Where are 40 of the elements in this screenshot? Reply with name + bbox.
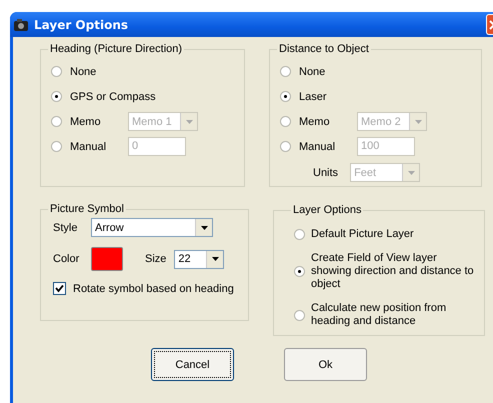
color-swatch[interactable] [91, 247, 123, 271]
caret-icon [402, 164, 420, 181]
radio-label: GPS or Compass [70, 90, 156, 102]
color-label: Color [52, 253, 80, 265]
dialog-button[interactable]: Cancel [151, 348, 234, 381]
radio-label: Default Picture Layer [311, 228, 415, 241]
caret-icon [206, 250, 224, 268]
units-label: Units [313, 166, 338, 178]
radio-button[interactable] [280, 66, 291, 77]
window-title: Layer Options [34, 18, 128, 32]
radio-button[interactable] [294, 266, 305, 277]
caret-icon [409, 113, 426, 130]
radio-label: Calculate new position from heading and distance [311, 302, 448, 328]
group-title: Layer Options [292, 204, 362, 216]
dropdown[interactable]: Arrow [91, 218, 213, 237]
radio-label: Create Field of View layer showing direction and distance to object [311, 252, 475, 291]
style-label: Style [52, 222, 78, 234]
checkbox[interactable] [53, 282, 66, 295]
dropdown[interactable]: 22 [174, 250, 224, 268]
radio-button[interactable] [294, 310, 305, 320]
radio-button[interactable] [51, 91, 62, 102]
dialog-button[interactable]: Ok [284, 348, 367, 381]
radio-label: Manual [70, 140, 108, 152]
checkbox-label: Rotate symbol based on heading [73, 282, 234, 294]
radio-label: Manual [299, 140, 336, 152]
camera-icon [13, 18, 29, 32]
radio-button[interactable] [294, 229, 305, 240]
radio-label: None [299, 66, 326, 78]
group-title: Heading (Picture Direction) [49, 43, 184, 55]
radio-button[interactable] [51, 66, 62, 77]
radio-label: Memo [299, 116, 331, 128]
caret-icon [195, 219, 212, 236]
radio-label: Memo [70, 116, 102, 128]
group-title: Distance to Object [278, 43, 370, 55]
size-label: Size [145, 253, 166, 265]
radio-button[interactable] [280, 91, 291, 102]
radio-label: Laser [299, 90, 328, 102]
radio-label: None [70, 66, 98, 78]
group-title: Picture Symbol [49, 203, 125, 215]
caret-icon [180, 113, 197, 130]
